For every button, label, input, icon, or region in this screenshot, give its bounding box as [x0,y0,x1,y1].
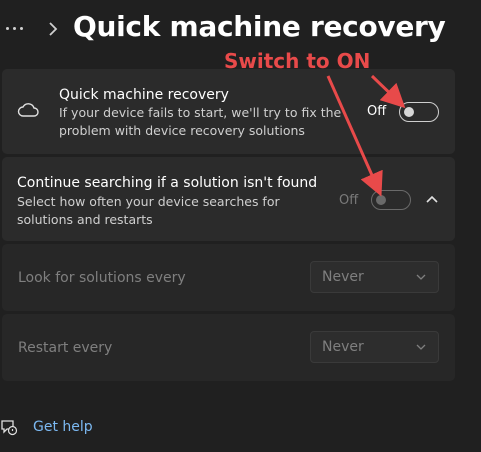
quick-recovery-toggle-state: Off [367,104,387,119]
chevron-up-icon[interactable] [424,193,440,205]
toggle-knob [404,107,414,117]
more-options-icon[interactable] [6,18,28,38]
look-for-solutions-label: Look for solutions every [18,270,186,286]
look-for-solutions-value: Never [322,269,364,285]
continue-searching-toggle[interactable] [371,190,411,210]
look-for-solutions-dropdown[interactable]: Never [310,261,439,293]
continue-searching-toggle-state: Off [339,193,359,208]
chevron-down-icon [416,274,426,280]
toggle-knob [376,195,386,205]
annotation-label: Switch to ON [224,49,371,73]
cloud-icon [17,103,39,117]
breadcrumb-chevron-icon [49,22,58,36]
quick-recovery-description-1: If your device fails to start, we'll try… [59,105,342,120]
chevron-down-icon [416,344,426,350]
quick-recovery-toggle[interactable] [399,102,439,122]
continue-searching-title: Continue searching if a solution isn't f… [17,175,318,191]
restart-every-value: Never [322,339,364,355]
page-title: Quick machine recovery [73,10,446,43]
get-help-link[interactable]: Get help [33,419,93,435]
quick-recovery-description-2: problem with device recovery solutions [59,123,305,138]
restart-every-dropdown[interactable]: Never [310,331,439,363]
help-chat-icon [1,420,18,436]
quick-recovery-title: Quick machine recovery [59,87,229,103]
continue-searching-description-2: solutions and restarts [17,212,153,227]
continue-searching-description-1: Select how often your device searches fo… [17,194,280,209]
restart-every-label: Restart every [18,340,113,356]
